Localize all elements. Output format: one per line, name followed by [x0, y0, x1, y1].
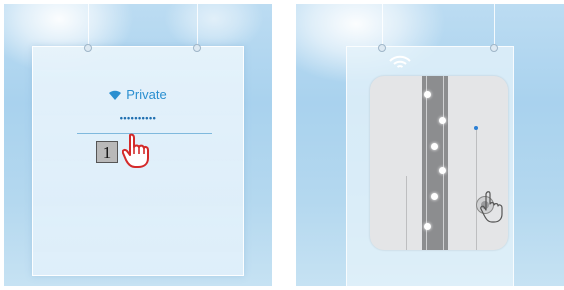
signal-dot: [431, 193, 438, 200]
card-hook: [490, 44, 498, 52]
network-row: Private: [33, 87, 243, 102]
touch-hand-icon: [480, 191, 503, 223]
right-illustration-panel: [296, 4, 564, 286]
hanging-string: [382, 4, 383, 46]
wifi-icon: [389, 55, 411, 68]
left-illustration-panel: Private •••••••••• 1: [4, 4, 272, 286]
password-field[interactable]: ••••••••••: [33, 113, 243, 123]
card-hook: [378, 44, 386, 52]
signal-strip: [422, 76, 448, 250]
glass-card: Private •••••••••• 1: [32, 46, 244, 276]
network-name: Private: [126, 87, 167, 102]
card-hook: [84, 44, 92, 52]
connector-line: [406, 176, 407, 250]
wifi-icon: [109, 90, 122, 100]
hanging-string: [88, 4, 89, 46]
card-hook: [193, 44, 201, 52]
strip-line: [443, 76, 444, 250]
phone-device: [370, 76, 508, 250]
connector-line: [476, 130, 477, 250]
hanging-string: [494, 4, 495, 46]
signal-dot: [431, 143, 438, 150]
signal-dot: [424, 223, 431, 230]
key-button[interactable]: 1: [96, 141, 118, 163]
hanging-string: [197, 4, 198, 46]
pointer-hand-icon: [122, 133, 149, 168]
signal-dot: [439, 167, 446, 174]
indicator-dot: [474, 126, 478, 130]
signal-dot: [424, 91, 431, 98]
signal-dot: [439, 117, 446, 124]
